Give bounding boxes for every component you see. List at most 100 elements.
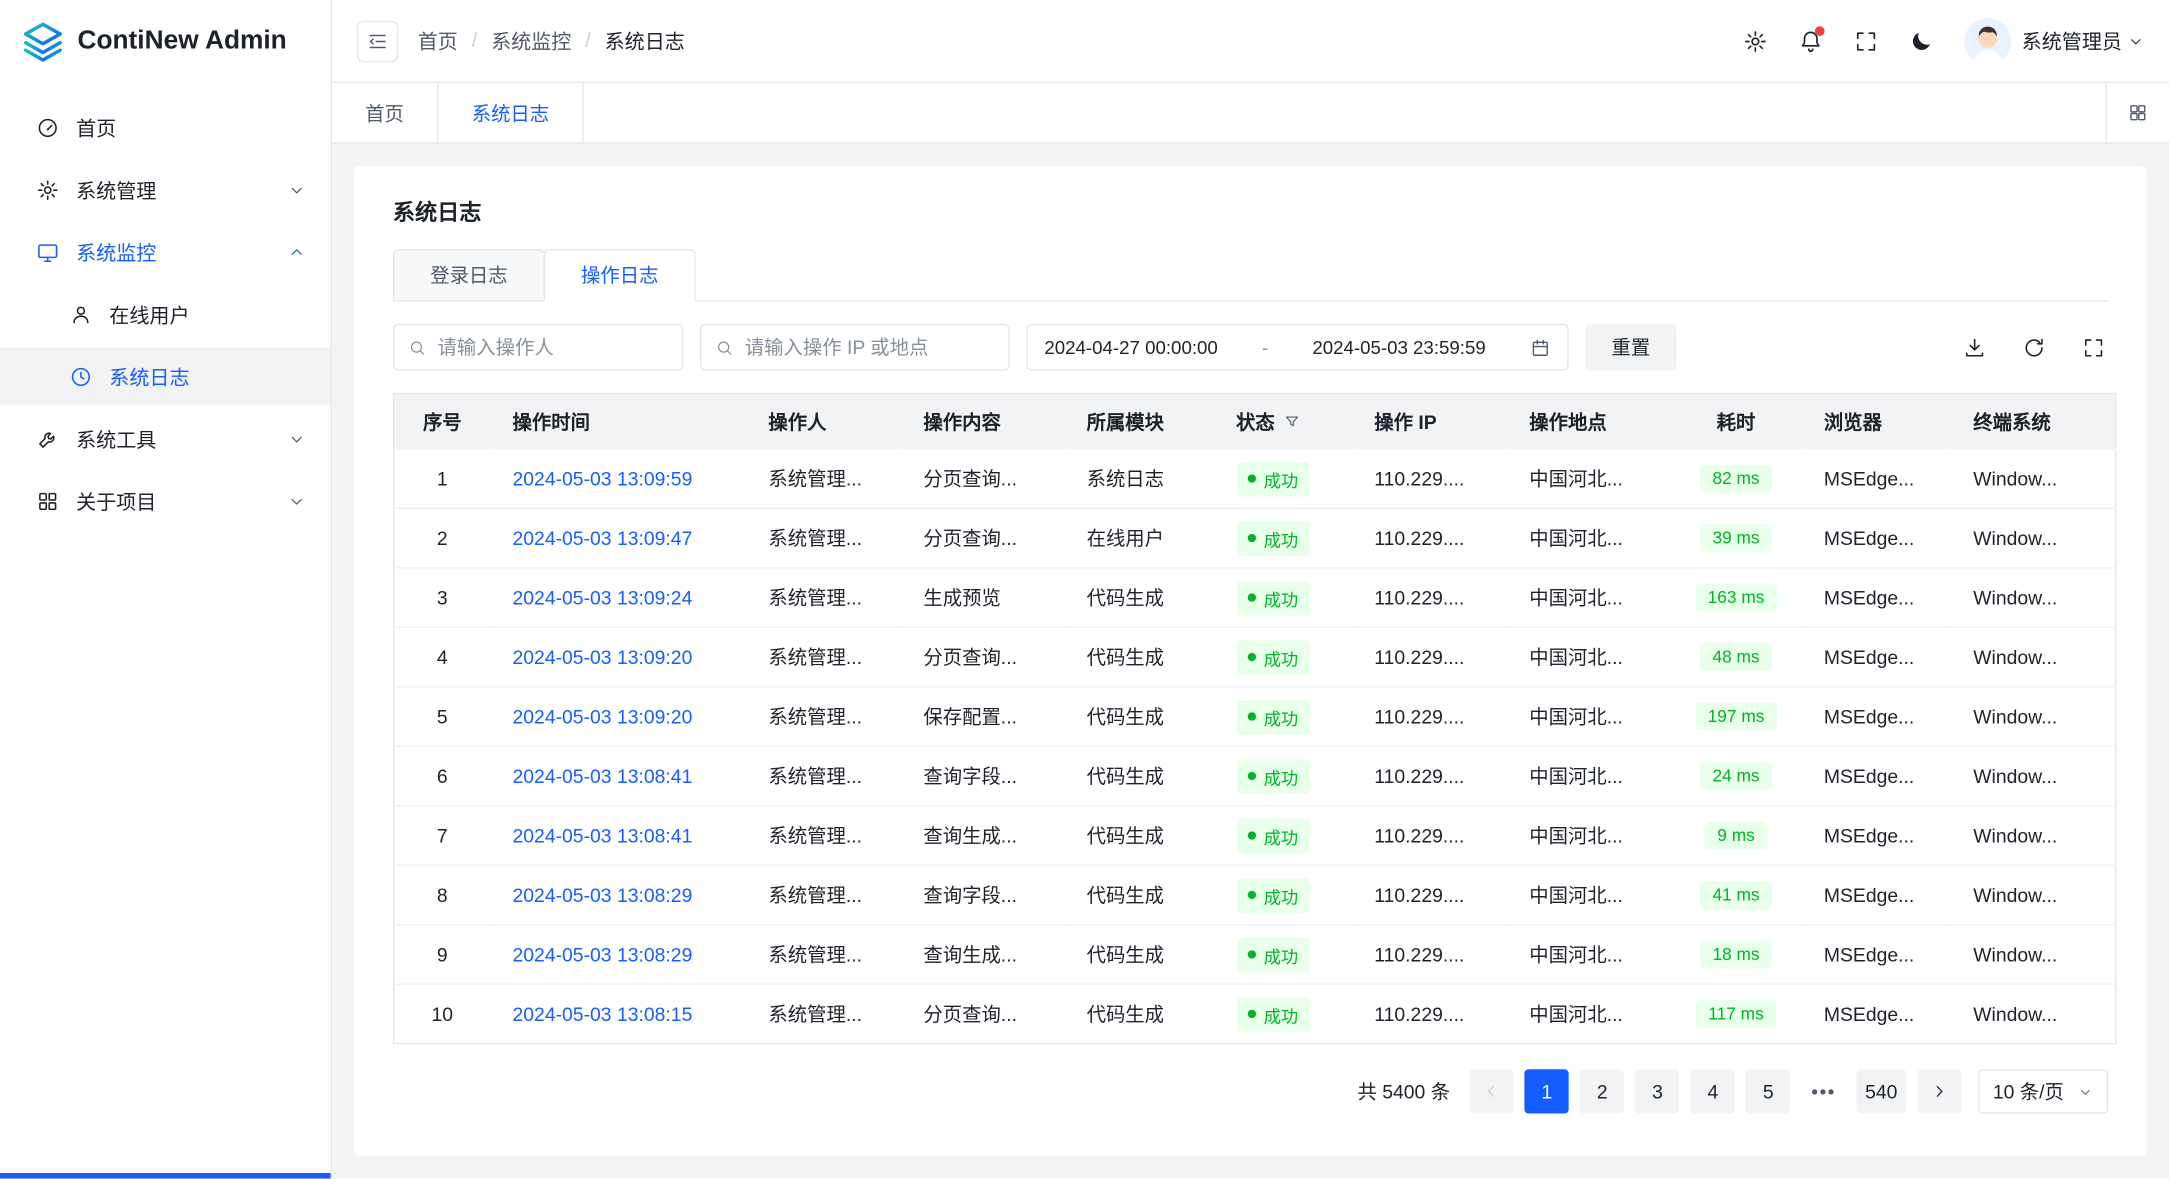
sidebar-item-system-management[interactable]: 系统管理 (0, 160, 331, 218)
user-menu[interactable]: 系统管理员 (1964, 17, 2145, 64)
breadcrumb-item-system-monitor[interactable]: 系统监控 (491, 26, 571, 55)
time-link[interactable]: 2024-05-03 13:09:20 (513, 705, 693, 727)
download-button[interactable] (1963, 335, 1987, 359)
cell-location: 中国河北... (1507, 627, 1670, 686)
table-row: 7 2024-05-03 13:08:41 系统管理... 查询生成... 代码… (394, 806, 2116, 865)
duration-badge: 24 ms (1700, 762, 1772, 790)
time-link[interactable]: 2024-05-03 13:08:29 (513, 943, 693, 965)
sidebar-item-system-monitor[interactable]: 系统监控 (0, 223, 331, 281)
status-badge: 成功 (1236, 461, 1309, 496)
table-fullscreen-button[interactable] (2082, 335, 2106, 359)
status-badge: 成功 (1236, 759, 1309, 794)
time-link[interactable]: 2024-05-03 13:09:47 (513, 527, 693, 549)
sidebar-item-system-logs[interactable]: 系统日志 (0, 347, 331, 405)
status-badge: 成功 (1236, 521, 1309, 556)
cell-time: 2024-05-03 13:09:59 (490, 449, 746, 508)
cell-time: 2024-05-03 13:08:41 (490, 746, 746, 805)
cell-duration: 82 ms (1670, 449, 1801, 508)
app-logo[interactable]: ContiNew Admin (0, 0, 331, 83)
operator-search-input[interactable] (438, 336, 669, 358)
cell-time: 2024-05-03 13:08:29 (490, 925, 746, 984)
pagination-next-button[interactable] (1917, 1069, 1961, 1113)
page-tab-system-logs[interactable]: 系统日志 (437, 83, 584, 142)
cell-status: 成功 (1214, 627, 1352, 686)
operator-search-field[interactable] (393, 324, 683, 371)
cell-status: 成功 (1214, 449, 1352, 508)
duration-badge: 163 ms (1695, 584, 1777, 612)
pagination-page-5[interactable]: 5 (1746, 1069, 1790, 1113)
log-type-tabs: 登录日志 操作日志 (393, 249, 2108, 302)
notifications-button[interactable] (1798, 28, 1823, 53)
status-badge: 成功 (1236, 580, 1309, 615)
pagination-prev-button[interactable] (1469, 1069, 1513, 1113)
top-header: 首页 / 系统监控 / 系统日志 (332, 0, 2169, 83)
cell-module: 代码生成 (1064, 925, 1213, 984)
cell-duration: 24 ms (1670, 746, 1801, 805)
filter-toolbar: 2024-04-27 00:00:00 - 2024-05-03 23:59:5… (393, 324, 2108, 371)
breadcrumb-separator: / (585, 30, 591, 52)
pagination-page-3[interactable]: 3 (1635, 1069, 1679, 1113)
sidebar-item-label: 关于项目 (76, 486, 156, 515)
expand-icon (2082, 335, 2106, 359)
pagination-pages: 12345••• 540 (1525, 1069, 1906, 1113)
fullscreen-button[interactable] (1853, 28, 1878, 53)
settings-button[interactable] (1742, 28, 1767, 53)
sidebar-item-system-tools[interactable]: 系统工具 (0, 409, 331, 467)
time-link[interactable]: 2024-05-03 13:09:24 (513, 587, 693, 609)
pagination-page-2[interactable]: 2 (1580, 1069, 1624, 1113)
column-header-6[interactable]: 状态 (1214, 394, 1352, 449)
page-tab-home[interactable]: 首页 (332, 83, 437, 142)
cell-ip: 110.229.... (1352, 865, 1507, 924)
cell-content: 查询生成... (901, 925, 1064, 984)
status-badge: 成功 (1236, 878, 1309, 913)
duration-badge: 117 ms (1696, 1000, 1776, 1028)
tab-operation-logs[interactable]: 操作日志 (544, 249, 696, 302)
ip-search-input[interactable] (745, 336, 995, 358)
cell-ip: 110.229.... (1352, 746, 1507, 805)
cell-location: 中国河北... (1507, 449, 1670, 508)
ip-search-field[interactable] (700, 324, 1010, 371)
tab-options-button[interactable] (2105, 83, 2169, 142)
date-range-picker[interactable]: 2024-04-27 00:00:00 - 2024-05-03 23:59:5… (1026, 324, 1568, 371)
status-dot (1247, 831, 1255, 839)
breadcrumb-item-home[interactable]: 首页 (418, 26, 458, 55)
pagination-page-4[interactable]: 4 (1691, 1069, 1735, 1113)
cell-time: 2024-05-03 13:08:15 (490, 984, 746, 1043)
refresh-button[interactable] (2022, 335, 2046, 359)
time-link[interactable]: 2024-05-03 13:08:41 (513, 824, 693, 846)
pagination-page-1[interactable]: 1 (1525, 1069, 1569, 1113)
time-link[interactable]: 2024-05-03 13:08:15 (513, 1003, 693, 1025)
time-link[interactable]: 2024-05-03 13:09:20 (513, 646, 693, 668)
cell-location: 中国河北... (1507, 508, 1670, 567)
sidebar-item-online-users[interactable]: 在线用户 (0, 285, 331, 343)
status-dot (1247, 772, 1255, 780)
tab-login-logs[interactable]: 登录日志 (393, 249, 545, 302)
cell-content: 分页查询... (901, 984, 1064, 1043)
download-icon (1963, 335, 1987, 359)
content-region: 首页 / 系统监控 / 系统日志 (332, 0, 2169, 1179)
cell-index: 8 (394, 865, 491, 924)
cell-location: 中国河北... (1507, 865, 1670, 924)
reset-button[interactable]: 重置 (1585, 324, 1676, 371)
cell-duration: 117 ms (1670, 984, 1801, 1043)
dark-mode-button[interactable] (1908, 28, 1933, 53)
time-link[interactable]: 2024-05-03 13:09:59 (513, 468, 693, 490)
time-link[interactable]: 2024-05-03 13:08:41 (513, 765, 693, 787)
sidebar-item-home[interactable]: 首页 (0, 98, 331, 156)
sidebar-item-about-project[interactable]: 关于项目 (0, 472, 331, 530)
pagination-page-540[interactable]: 540 (1857, 1069, 1906, 1113)
pagination-ellipsis[interactable]: ••• (1801, 1069, 1845, 1113)
header-actions: 系统管理员 (1742, 17, 2144, 64)
sidebar-item-label: 系统日志 (109, 362, 189, 391)
cell-browser: MSEdge... (1802, 508, 1951, 567)
cell-browser: MSEdge... (1802, 925, 1951, 984)
cell-index: 5 (394, 687, 491, 746)
cell-index: 4 (394, 627, 491, 686)
page-size-select[interactable]: 10 条/页 (1978, 1069, 2109, 1113)
time-link[interactable]: 2024-05-03 13:08:29 (513, 884, 693, 906)
filter-funnel-icon[interactable] (1283, 413, 1300, 430)
sidebar-collapse-button[interactable] (357, 20, 398, 61)
cell-ip: 110.229.... (1352, 568, 1507, 627)
cell-operator: 系统管理... (746, 449, 901, 508)
cell-operator: 系统管理... (746, 806, 901, 865)
